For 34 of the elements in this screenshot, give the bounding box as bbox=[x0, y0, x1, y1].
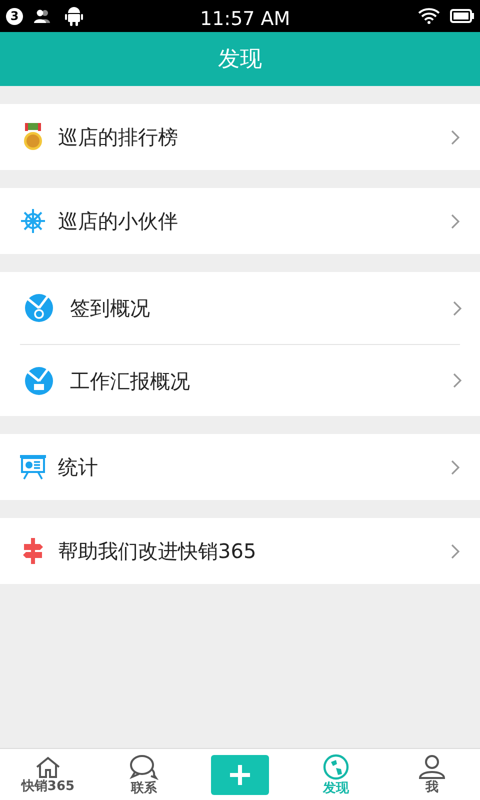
pie-pin-icon bbox=[24, 293, 54, 323]
menu-item[interactable]: 工作汇报概况 bbox=[20, 344, 460, 416]
chevron-right-icon bbox=[453, 300, 462, 316]
person-icon bbox=[418, 755, 446, 779]
clock-time: 11:57 AM bbox=[200, 7, 290, 32]
chevron-right-icon bbox=[451, 460, 460, 474]
chevron-right-icon bbox=[451, 544, 460, 558]
presentation-board-icon bbox=[19, 453, 47, 481]
chat-bubbles-icon bbox=[129, 754, 159, 780]
signpost-icon bbox=[22, 538, 44, 564]
contacts-icon bbox=[33, 9, 53, 23]
tab-item[interactable]: 联系 bbox=[129, 754, 159, 795]
wifi-icon bbox=[418, 8, 440, 24]
medal-icon bbox=[23, 123, 43, 151]
globe-icon bbox=[323, 754, 349, 780]
tab-item[interactable]: 我 bbox=[418, 755, 446, 794]
home-icon bbox=[34, 756, 61, 778]
add-button[interactable] bbox=[211, 754, 269, 794]
chevron-right-icon bbox=[451, 130, 460, 144]
menu-item[interactable]: 帮助我们改进快销365 bbox=[0, 518, 480, 584]
ship-wheel-icon bbox=[20, 208, 46, 234]
chevron-right-icon bbox=[451, 214, 460, 228]
battery-icon bbox=[450, 9, 474, 23]
chevron-right-icon bbox=[453, 373, 462, 388]
plus-icon bbox=[229, 764, 251, 786]
menu-item[interactable]: 签到概况 bbox=[20, 272, 460, 344]
pie-briefcase-icon bbox=[24, 366, 54, 396]
menu-item[interactable]: 巡店的小伙伴 bbox=[0, 188, 480, 254]
android-icon bbox=[65, 6, 83, 26]
page-title: 发现 bbox=[218, 46, 262, 74]
menu-item[interactable]: 统计 bbox=[0, 434, 480, 500]
tab-item[interactable]: 快销365 bbox=[21, 756, 75, 793]
menu-item[interactable]: 巡店的排行榜 bbox=[0, 104, 480, 170]
notification-badge: 3 bbox=[6, 8, 23, 24]
